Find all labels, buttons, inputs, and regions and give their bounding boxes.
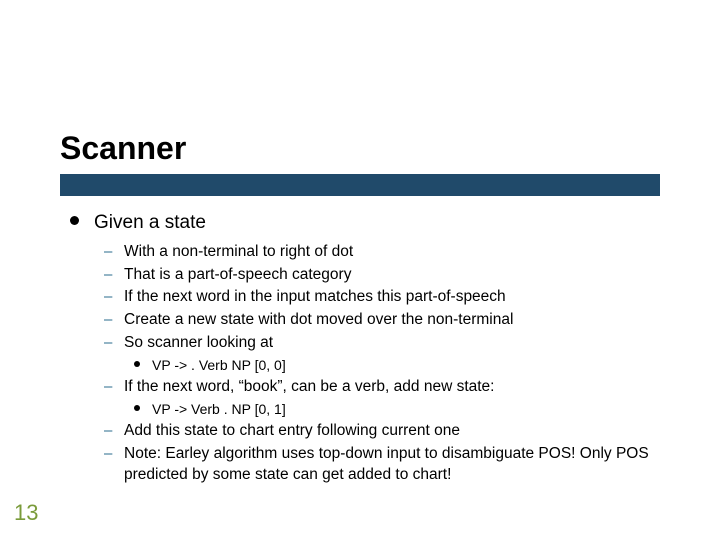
level2-group: With a non-terminal to right of dot That… bbox=[104, 242, 710, 486]
bullet-text: VP -> Verb . NP [0, 1] bbox=[152, 401, 286, 417]
slide: Scanner Given a state With a non-termina… bbox=[0, 0, 720, 540]
bullet-level2: With a non-terminal to right of dot bbox=[104, 242, 710, 263]
bullet-text: Note: Earley algorithm uses top-down inp… bbox=[124, 445, 649, 483]
bullet-level3: VP -> Verb . NP [0, 1] bbox=[134, 400, 710, 419]
bullet-level1: Given a state bbox=[70, 210, 710, 236]
level3-group: VP -> . Verb NP [0, 0] bbox=[134, 356, 710, 375]
bullet-level3: VP -> . Verb NP [0, 0] bbox=[134, 356, 710, 375]
page-number: 13 bbox=[14, 500, 38, 526]
bullet-level2: Add this state to chart entry following … bbox=[104, 421, 710, 442]
bullet-text: That is a part-of-speech category bbox=[124, 266, 351, 283]
bullet-level2: So scanner looking at bbox=[104, 333, 710, 354]
bullet-text: If the next word in the input matches th… bbox=[124, 288, 506, 305]
bullet-text: Add this state to chart entry following … bbox=[124, 422, 460, 439]
bullet-text: If the next word, “book”, can be a verb,… bbox=[124, 378, 495, 395]
level3-group: VP -> Verb . NP [0, 1] bbox=[134, 400, 710, 419]
bullet-text: With a non-terminal to right of dot bbox=[124, 243, 353, 260]
bullet-text: So scanner looking at bbox=[124, 334, 273, 351]
bullet-level2: Create a new state with dot moved over t… bbox=[104, 310, 710, 331]
bullet-level2: If the next word in the input matches th… bbox=[104, 287, 710, 308]
content-area: Given a state With a non-terminal to rig… bbox=[70, 210, 710, 488]
bullet-text: VP -> . Verb NP [0, 0] bbox=[152, 357, 286, 373]
bullet-text: Given a state bbox=[94, 212, 206, 233]
slide-title: Scanner bbox=[60, 130, 660, 167]
title-underline-bar bbox=[60, 174, 660, 196]
bullet-level2: If the next word, “book”, can be a verb,… bbox=[104, 377, 710, 398]
bullet-level2: That is a part-of-speech category bbox=[104, 265, 710, 286]
title-area: Scanner bbox=[60, 130, 660, 167]
bullet-text: Create a new state with dot moved over t… bbox=[124, 311, 513, 328]
bullet-level2: Note: Earley algorithm uses top-down inp… bbox=[104, 444, 710, 486]
